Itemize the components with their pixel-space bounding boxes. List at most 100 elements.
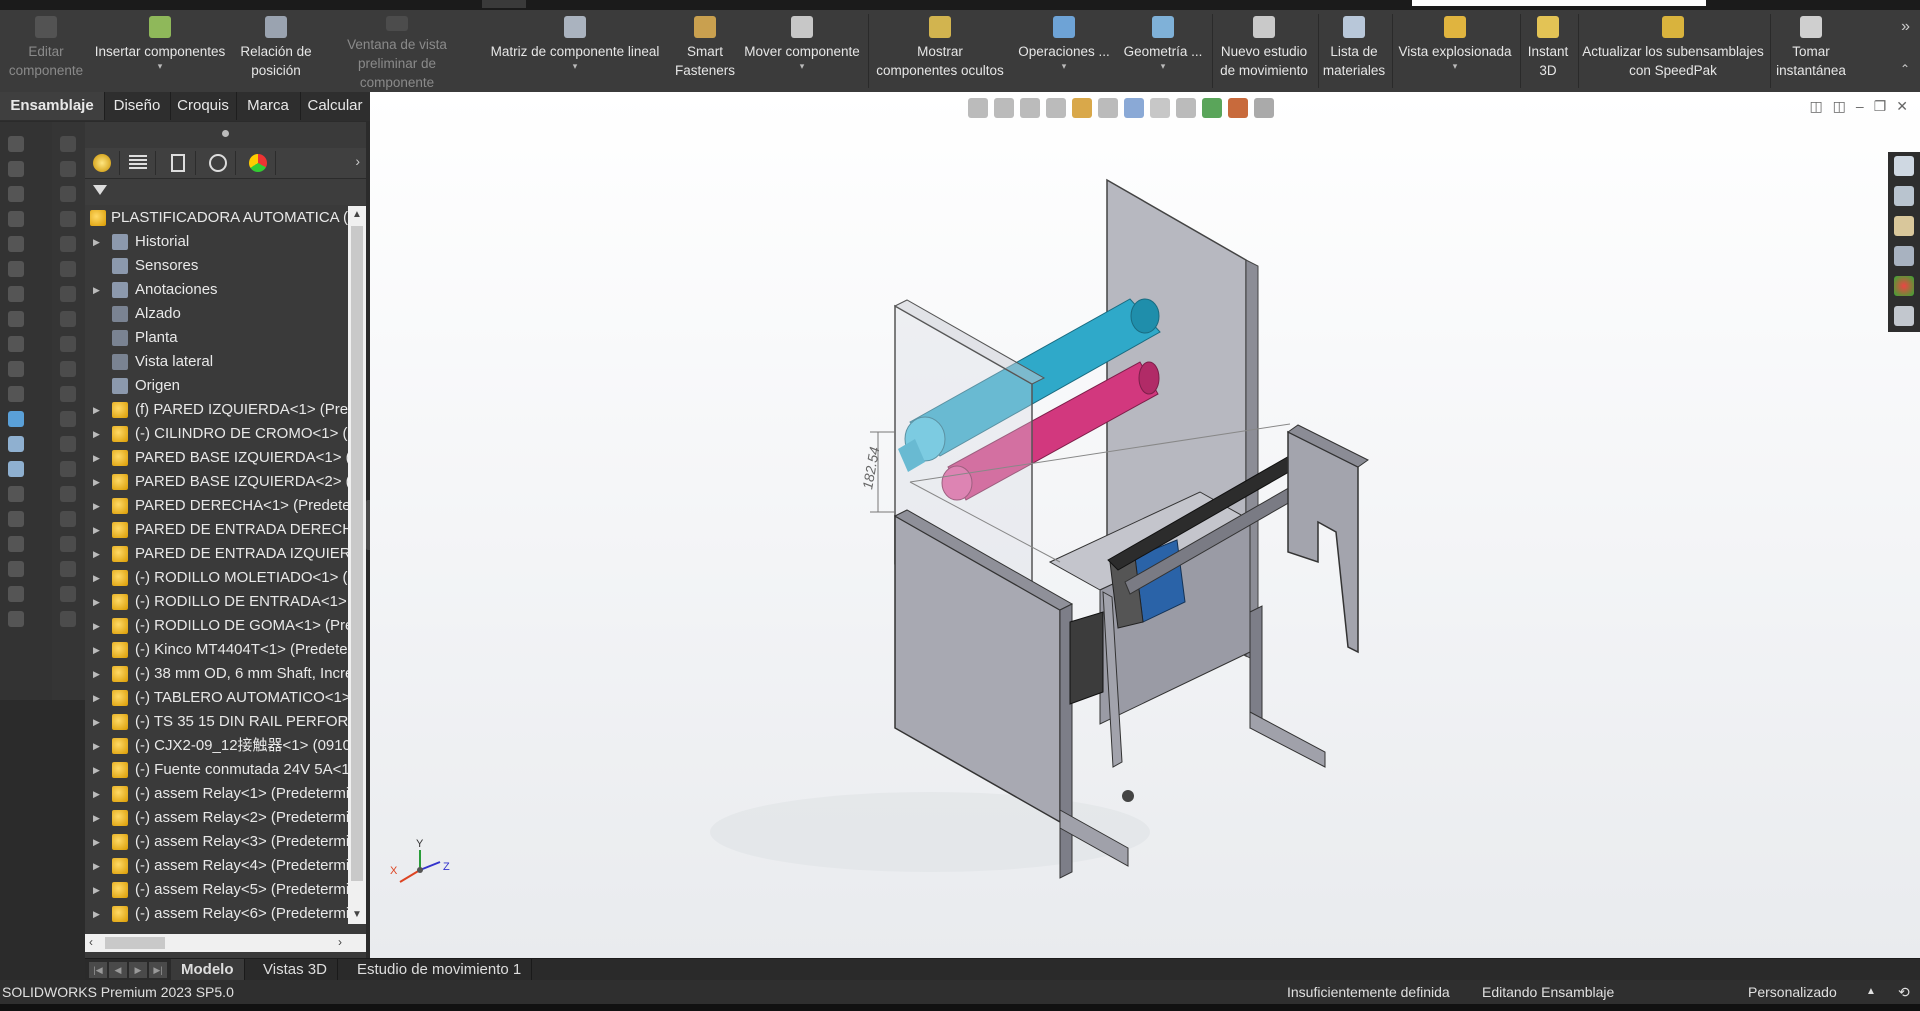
tree-item[interactable]: ▶ PARED DE ENTRADA DERECHA	[85, 518, 348, 542]
tree-item[interactable]: Vista lateral	[85, 350, 348, 374]
tree-item[interactable]: Planta	[85, 326, 348, 350]
next-tab-icon[interactable]: ▶	[129, 962, 147, 978]
quick-tool-icon[interactable]	[8, 461, 24, 477]
quick-tool-icon[interactable]	[8, 161, 24, 177]
quick-tool-icon[interactable]	[8, 211, 24, 227]
tab-3[interactable]: Marca	[236, 92, 301, 120]
custom-properties-icon[interactable]	[1894, 306, 1914, 326]
quick-tool-icon[interactable]	[60, 286, 76, 302]
tree-item[interactable]: ▶ Historial	[85, 230, 348, 254]
graphics-area[interactable]: ◫ ◫ – ❐ ✕ 182.54 Y X Z	[370, 92, 1920, 958]
appearances-icon[interactable]	[1894, 276, 1914, 296]
toolbar-button-2[interactable]: Relación de posición	[228, 10, 324, 92]
search-box[interactable]	[1412, 0, 1706, 6]
help-icon[interactable]: ⟲	[1898, 980, 1910, 1004]
toolbar-button-0[interactable]: Editar componente	[0, 10, 92, 92]
expand-arrow-icon[interactable]: ▶	[93, 902, 100, 926]
quick-tool-icon[interactable]	[8, 136, 24, 152]
toolbar-button-5[interactable]: Smart Fasteners	[675, 10, 735, 92]
tree-item[interactable]: ▶ (-) assem Relay<4> (Predetermi	[85, 854, 348, 878]
quick-tool-icon[interactable]	[60, 136, 76, 152]
tab-0[interactable]: Ensamblaje	[0, 92, 105, 120]
quick-tool-icon[interactable]	[60, 386, 76, 402]
expand-arrow-icon[interactable]: ▶	[93, 518, 100, 542]
quick-tool-icon[interactable]	[8, 386, 24, 402]
tree-item[interactable]: ▶ (-) TS 35 15 DIN RAIL PERFORAT	[85, 710, 348, 734]
expand-arrow-icon[interactable]: ▶	[93, 686, 100, 710]
resources-icon[interactable]	[1894, 186, 1914, 206]
quick-tool-icon[interactable]	[60, 461, 76, 477]
quick-tool-icon[interactable]	[60, 361, 76, 377]
tree-horizontal-scrollbar[interactable]: ‹ ›	[85, 934, 366, 952]
tab-configuration-manager[interactable]	[161, 151, 196, 175]
tabs-more-icon[interactable]: ›	[355, 153, 360, 169]
quick-tool-icon[interactable]	[8, 311, 24, 327]
dropdown-arrow-icon[interactable]: ▾	[158, 61, 163, 71]
tree-item[interactable]: ▶ PARED BASE IZQUIERDA<2> (Pr	[85, 470, 348, 494]
tree-item[interactable]: ▶ (-) CJX2-09_12接触器<1> (0910	[85, 734, 348, 758]
quick-tool-icon[interactable]	[8, 511, 24, 527]
quick-tool-icon[interactable]	[8, 611, 24, 627]
toolbar-button-11[interactable]: Lista de materiales	[1318, 10, 1390, 92]
expand-arrow-icon[interactable]: ▶	[93, 662, 100, 686]
model-view[interactable]: 182.54 Y X Z	[370, 92, 1920, 958]
quick-tool-icon[interactable]	[60, 536, 76, 552]
toolbar-button-12[interactable]: Vista explosionada ▾	[1392, 10, 1518, 92]
tree-item[interactable]: ▶ (-) assem Relay<1> (Predetermi	[85, 782, 348, 806]
tree-root[interactable]: PLASTIFICADORA AUTOMATICA (Pr	[85, 206, 348, 230]
tree-item[interactable]: ▶ (-) Kinco MT4404T<1> (Predete	[85, 638, 348, 662]
scroll-thumb-horizontal[interactable]	[105, 937, 165, 949]
tree-vertical-scrollbar[interactable]: ▲ ▼	[348, 206, 366, 924]
tree-item[interactable]: ▶ (-) assem Relay<3> (Predetermi	[85, 830, 348, 854]
quick-tool-icon[interactable]	[8, 186, 24, 202]
tab-1[interactable]: Diseño	[104, 92, 171, 120]
quick-tool-icon[interactable]	[60, 611, 76, 627]
expand-arrow-icon[interactable]: ▶	[93, 734, 100, 758]
expand-arrow-icon[interactable]: ▶	[93, 446, 100, 470]
scroll-thumb[interactable]	[351, 226, 363, 881]
toolbar-button-9[interactable]: Geometría ... ▾	[1115, 10, 1211, 92]
dropdown-arrow-icon[interactable]: ▾	[1062, 61, 1067, 71]
expand-arrow-icon[interactable]: ▶	[93, 614, 100, 638]
quick-tool-icon[interactable]	[60, 511, 76, 527]
units-dropdown-icon[interactable]: ▲	[1866, 980, 1876, 1004]
quick-tool-icon[interactable]	[8, 411, 24, 427]
tree-item[interactable]: ▶ (-) RODILLO DE GOMA<1> (Pred	[85, 614, 348, 638]
expand-arrow-icon[interactable]: ▶	[93, 710, 100, 734]
quick-tool-icon[interactable]	[60, 486, 76, 502]
quick-tool-icon[interactable]	[8, 286, 24, 302]
quick-tool-icon[interactable]	[60, 161, 76, 177]
scroll-up-icon[interactable]: ▲	[348, 206, 366, 224]
toolbar-button-4[interactable]: Matriz de componente lineal ▾	[470, 10, 680, 92]
last-tab-icon[interactable]: ▶|	[149, 962, 167, 978]
tree-item[interactable]: ▶ PARED DERECHA<1> (Predeterm	[85, 494, 348, 518]
expand-arrow-icon[interactable]: ▶	[93, 590, 100, 614]
tree-item[interactable]: Origen	[85, 374, 348, 398]
tree-item[interactable]: ▶ (-) assem Relay<6> (Predetermi	[85, 902, 348, 926]
toolbar-button-8[interactable]: Operaciones ... ▾	[1012, 10, 1116, 92]
tab-dimxpert[interactable]	[201, 151, 236, 175]
scroll-right-icon[interactable]: ›	[338, 935, 342, 949]
tree-item[interactable]: ▶ PARED DE ENTRADA IZQUIERDA	[85, 542, 348, 566]
tree-filter[interactable]	[85, 179, 366, 205]
quick-tool-icon[interactable]	[8, 436, 24, 452]
quick-tool-icon[interactable]	[60, 586, 76, 602]
quick-tool-icon[interactable]	[60, 236, 76, 252]
prev-tab-icon[interactable]: ◀	[109, 962, 127, 978]
quick-tool-icon[interactable]	[60, 186, 76, 202]
expand-arrow-icon[interactable]: ▶	[93, 878, 100, 902]
expand-arrow-icon[interactable]: ▶	[93, 470, 100, 494]
expand-arrow-icon[interactable]: ▶	[93, 278, 100, 302]
expand-arrow-icon[interactable]: ▶	[93, 494, 100, 518]
toolbar-button-6[interactable]: Mover componente ▾	[730, 10, 874, 92]
quick-tool-icon[interactable]	[60, 336, 76, 352]
expand-arrow-icon[interactable]: ▶	[93, 398, 100, 422]
expand-arrow-icon[interactable]: ▶	[93, 422, 100, 446]
toolbar-button-13[interactable]: Instant 3D	[1520, 10, 1576, 92]
toolbar-button-10[interactable]: Nuevo estudio de movimiento	[1212, 10, 1316, 92]
quick-tool-icon[interactable]	[8, 586, 24, 602]
quick-tool-icon[interactable]	[60, 261, 76, 277]
tab-feature-tree[interactable]	[85, 151, 120, 175]
toolbar-button-14[interactable]: Actualizar los subensamblajes con SpeedP…	[1578, 10, 1768, 92]
tree-item[interactable]: ▶ (f) PARED IZQUIERDA<1> (Pred	[85, 398, 348, 422]
